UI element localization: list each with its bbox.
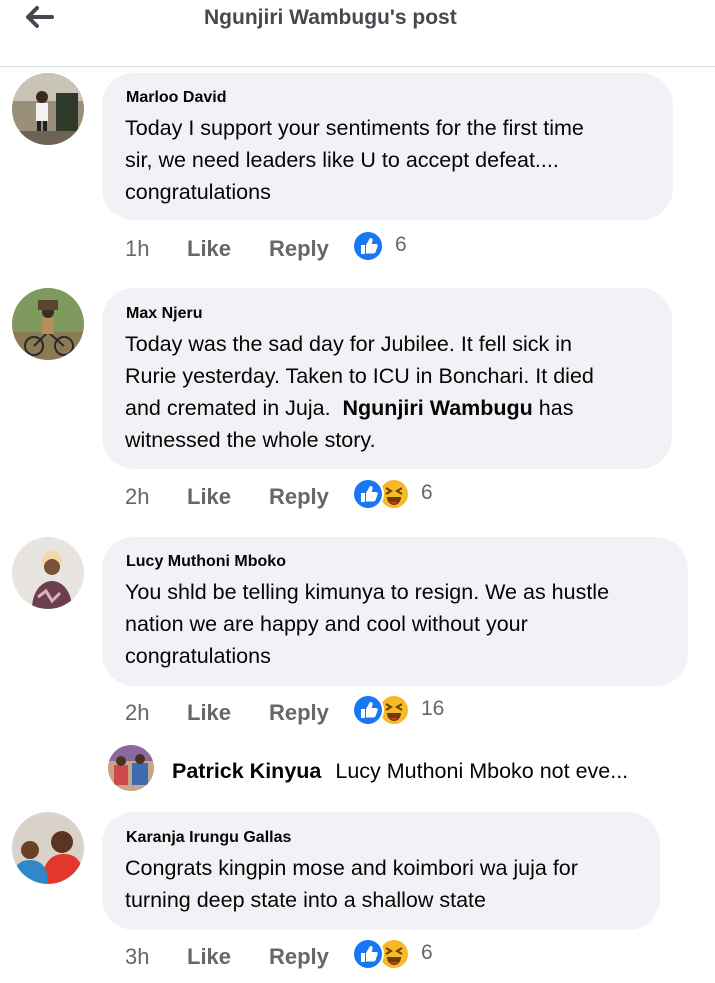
comment-timestamp: 2h xyxy=(125,700,150,725)
comment-text-line: witnessed the whole story. xyxy=(125,428,376,452)
reactions[interactable] xyxy=(352,230,392,262)
comment-text-line: Today was the sad day for Jubilee. It fe… xyxy=(125,332,572,356)
reactions[interactable] xyxy=(352,938,414,970)
comment-text-line: sir, we need leaders like U to accept de… xyxy=(125,148,559,172)
arrow-left-icon xyxy=(26,6,54,28)
like-button[interactable]: Like xyxy=(187,236,231,262)
reply-preview[interactable]: Patrick Kinyua Lucy Muthoni Mboko not ev… xyxy=(172,759,628,784)
comment-text-line: You shld be telling kimunya to resign. W… xyxy=(125,580,610,604)
reply-button[interactable]: Reply xyxy=(269,236,329,262)
comment-text-line: turning deep state into a shallow state xyxy=(125,888,486,912)
post-header: Ngunjiri Wambugu's post xyxy=(0,0,715,67)
reaction-count: 16 xyxy=(421,697,445,720)
comment-author[interactable]: Max Njeru xyxy=(126,305,202,323)
like-button[interactable]: Like xyxy=(187,700,231,726)
comment-timestamp: 1h xyxy=(125,236,150,261)
like-button[interactable]: Like xyxy=(187,484,231,510)
reactions[interactable] xyxy=(352,478,414,510)
comment-author[interactable]: Marloo David xyxy=(126,89,226,107)
comment-text: and cremated in Juja. xyxy=(125,396,331,420)
reply-button[interactable]: Reply xyxy=(269,484,329,510)
reactions[interactable] xyxy=(352,694,414,726)
comment-text-line: congratulations xyxy=(125,180,271,204)
comment-text-line: Congrats kingpin mose and koimbori wa ju… xyxy=(125,856,578,880)
comment-author[interactable]: Karanja Irungu Gallas xyxy=(126,829,291,847)
comment-author[interactable]: Lucy Muthoni Mboko xyxy=(126,553,286,571)
page-title: Ngunjiri Wambugu's post xyxy=(204,6,457,29)
back-button[interactable] xyxy=(22,2,58,32)
comment-text-line: nation we are happy and cool without you… xyxy=(125,612,528,636)
comment-timestamp: 2h xyxy=(125,484,150,509)
reply-text: Lucy Muthoni Mboko not eve... xyxy=(335,759,629,783)
mention-link[interactable]: Ngunjiri Wambugu xyxy=(343,396,533,420)
like-reaction-icon xyxy=(352,938,384,970)
comment-timestamp: 3h xyxy=(125,944,150,969)
comment-text-line: and cremated in Juja. Ngunjiri Wambugu h… xyxy=(125,392,573,424)
like-reaction-icon xyxy=(352,478,384,510)
reaction-count: 6 xyxy=(421,941,433,964)
like-reaction-icon xyxy=(352,230,384,262)
like-button[interactable]: Like xyxy=(187,944,231,970)
avatar[interactable] xyxy=(108,745,154,791)
comment-text-line: congratulations xyxy=(125,644,271,668)
comment-text-line: Today I support your sentiments for the … xyxy=(125,116,584,140)
reaction-count: 6 xyxy=(421,481,433,504)
avatar[interactable] xyxy=(12,812,84,884)
reaction-count: 6 xyxy=(395,233,407,256)
reply-author[interactable]: Patrick Kinyua xyxy=(172,759,321,783)
avatar[interactable] xyxy=(12,288,84,360)
comment-text-line: Rurie yesterday. Taken to ICU in Bonchar… xyxy=(125,364,594,388)
reply-button[interactable]: Reply xyxy=(269,700,329,726)
like-reaction-icon xyxy=(352,694,384,726)
avatar[interactable] xyxy=(12,73,84,145)
reply-button[interactable]: Reply xyxy=(269,944,329,970)
avatar[interactable] xyxy=(12,537,84,609)
comment-text: has xyxy=(538,396,574,420)
